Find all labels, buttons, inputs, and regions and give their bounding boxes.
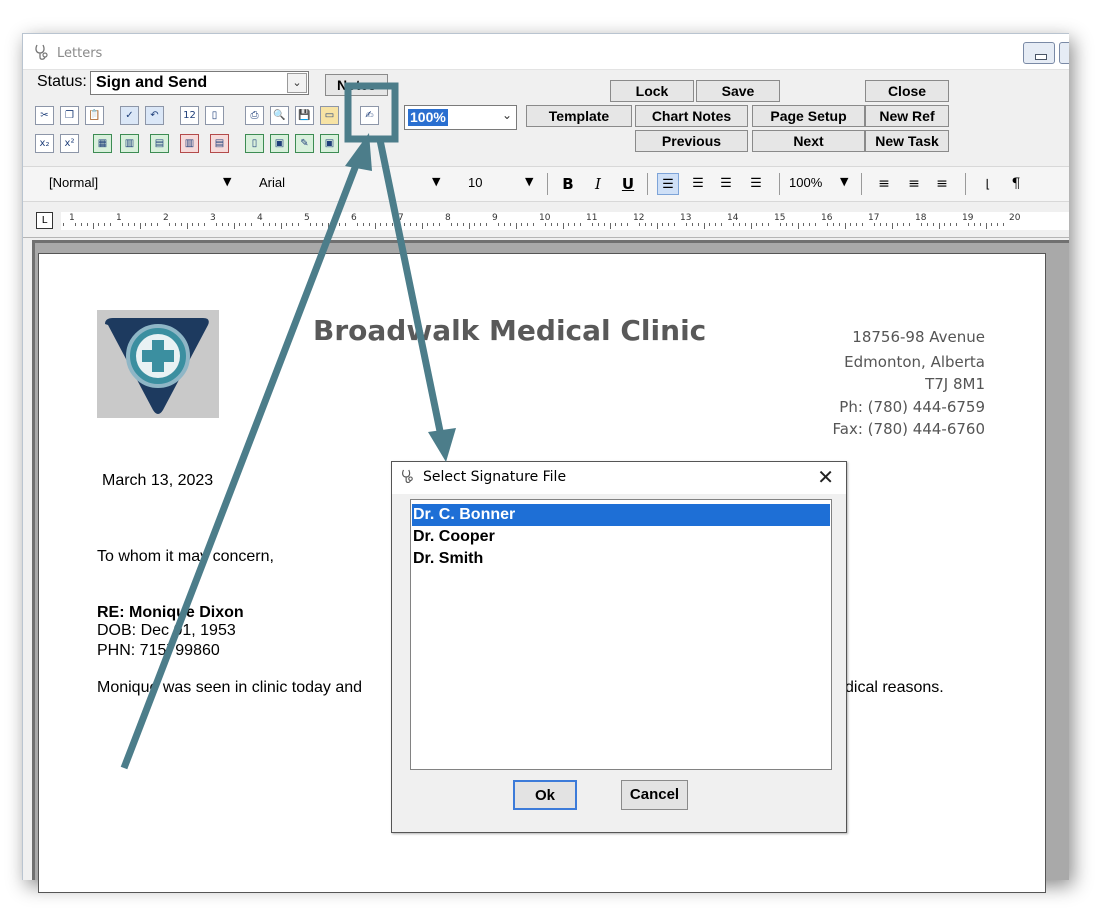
highlight-box [344,82,399,143]
annotation-arrow-line [120,158,362,770]
annotation-overlay [120,82,456,770]
annotation-arrowhead [428,428,456,462]
annotation-arrow-line [376,139,445,437]
